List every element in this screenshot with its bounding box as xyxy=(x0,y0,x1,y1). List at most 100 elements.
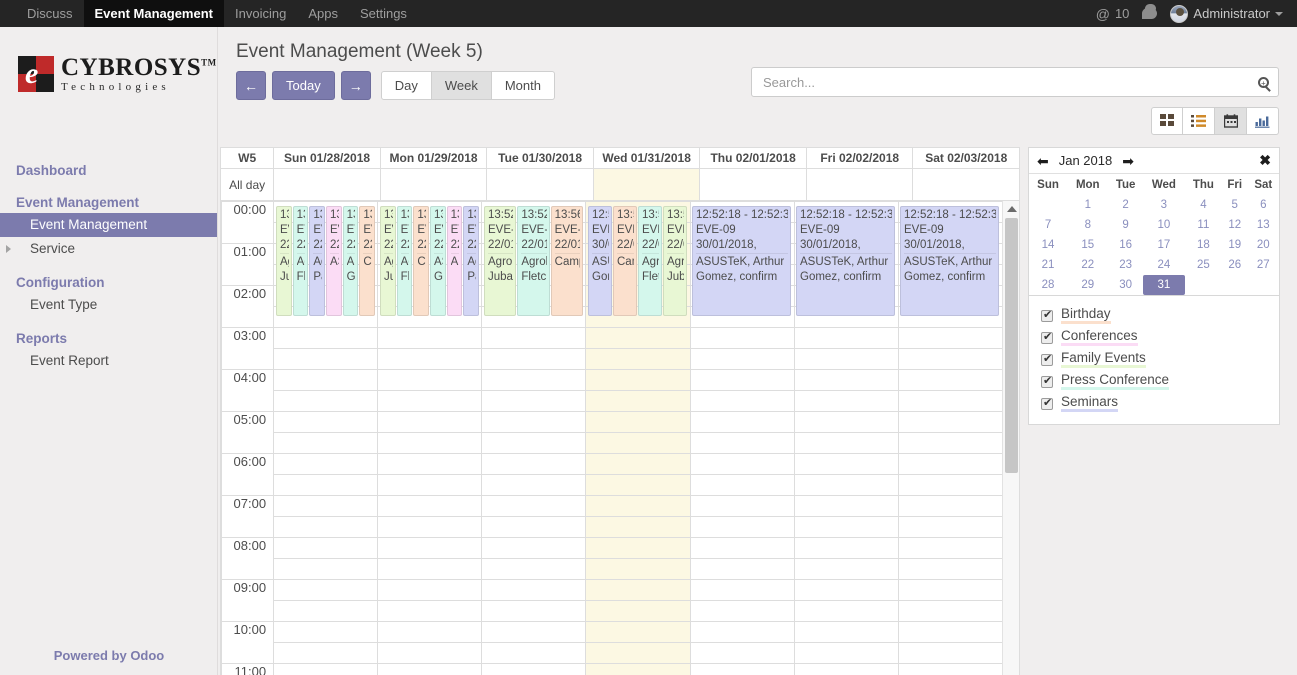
search-icon[interactable]: + xyxy=(1258,77,1269,88)
mini-prev-month-icon[interactable]: ⬅ xyxy=(1037,154,1049,168)
mini-day-23[interactable]: 23 xyxy=(1108,255,1142,275)
checkbox-icon[interactable] xyxy=(1041,332,1053,344)
nav-item-settings[interactable]: Settings xyxy=(349,0,418,27)
today-button[interactable]: Today xyxy=(272,71,335,100)
mini-day-9[interactable]: 9 xyxy=(1108,215,1142,235)
calendar-event[interactable]: 13:56:01 - 13:56:15EVE-0822/01/2018,Camp… xyxy=(359,206,375,316)
mini-day-1[interactable]: 1 xyxy=(1067,195,1108,215)
calendar-event[interactable]: 13:52:18 - 13:52:31EVE-0322/01/2018,Agro… xyxy=(663,206,687,316)
calendar-event[interactable]: 13:53:05 - 13:53:19EVE-0522/01/2018,Agro… xyxy=(309,206,325,316)
mini-day-31[interactable]: 31 xyxy=(1143,275,1185,295)
day-header-5[interactable]: Fri 02/02/2018 xyxy=(806,148,913,169)
mini-day-27[interactable]: 27 xyxy=(1248,255,1279,275)
scale-day-button[interactable]: Day xyxy=(381,71,432,100)
sidebar-item-event-management[interactable]: Event Management xyxy=(0,213,217,237)
mini-day-28[interactable]: 28 xyxy=(1029,275,1067,295)
all-day-cell-1[interactable] xyxy=(380,169,487,201)
filter-family-events[interactable]: Family Events xyxy=(1029,348,1279,370)
mini-day-25[interactable]: 25 xyxy=(1185,255,1222,275)
mentions-indicator[interactable]: @ 10 xyxy=(1096,6,1130,22)
user-menu[interactable]: Administrator xyxy=(1170,5,1283,23)
filter-birthday[interactable]: Birthday xyxy=(1029,304,1279,326)
calendar-event[interactable]: 13:53:29 - 13:53:43EVE-0622/01/2018,ASUS… xyxy=(447,206,463,316)
sidebar-item-event-report[interactable]: Event Report xyxy=(0,349,217,373)
all-day-cell-5[interactable] xyxy=(806,169,913,201)
mini-day-26[interactable]: 26 xyxy=(1222,255,1248,275)
all-day-cell-4[interactable] xyxy=(700,169,807,201)
calendar-event[interactable]: 12:52:18 - 12:52:32EVE-0930/01/2018,ASUS… xyxy=(692,206,791,316)
all-day-cell-2[interactable] xyxy=(487,169,594,201)
mini-day-16[interactable]: 16 xyxy=(1108,235,1142,255)
all-day-cell-3[interactable] xyxy=(593,169,700,201)
calendar-event[interactable]: 13:52:41 - 13:52:55EVE-0422/01/2018,Agro… xyxy=(293,206,309,316)
calendar-event[interactable]: 13:53:53 - 13:54:07EVE-0722/01/2018,ASUS… xyxy=(430,206,446,316)
calendar-event[interactable]: 13:52:41 - 13:52:55EVE-0422/01/2018,Agro… xyxy=(397,206,413,316)
day-header-2[interactable]: Tue 01/30/2018 xyxy=(487,148,594,169)
calendar-event[interactable]: 13:56:01 - 13:56:15EVE-0822/01/2018,Camp… xyxy=(613,206,637,316)
all-day-cell-6[interactable] xyxy=(913,169,1020,201)
day-header-3[interactable]: Wed 01/31/2018 xyxy=(593,148,700,169)
scale-week-button[interactable]: Week xyxy=(432,71,492,100)
kanban-view-button[interactable] xyxy=(1151,107,1183,135)
close-icon[interactable]: ✖ xyxy=(1259,152,1271,169)
graph-view-button[interactable] xyxy=(1247,107,1279,135)
mini-day-29[interactable]: 29 xyxy=(1067,275,1108,295)
filter-press-conference[interactable]: Press Conference xyxy=(1029,370,1279,392)
mini-day-18[interactable]: 18 xyxy=(1185,235,1222,255)
nav-item-discuss[interactable]: Discuss xyxy=(16,0,84,27)
calendar-event[interactable]: 13:52:18 - 13:52:31EVE-0322/01/2018,Agro… xyxy=(484,206,516,316)
nav-item-invoicing[interactable]: Invoicing xyxy=(224,0,297,27)
calendar-event[interactable]: 12:52:18 - 12:52:32EVE-0930/01/2018,ASUS… xyxy=(900,206,999,316)
mini-day-20[interactable]: 20 xyxy=(1248,235,1279,255)
calendar-event[interactable]: 13:53:29 - 13:53:43EVE-0622/01/2018,ASUS… xyxy=(326,206,342,316)
calendar-event[interactable]: 13:53:05 - 13:53:19EVE-0522/01/2018,Agro… xyxy=(463,206,479,316)
mini-day-4[interactable]: 4 xyxy=(1185,195,1222,215)
mini-day-14[interactable]: 14 xyxy=(1029,235,1067,255)
mini-day-5[interactable]: 5 xyxy=(1222,195,1248,215)
scale-month-button[interactable]: Month xyxy=(492,71,555,100)
calendar-event[interactable]: 12:52:18 - 12:52:32EVE-0930/01/2018,ASUS… xyxy=(588,206,612,316)
day-header-1[interactable]: Mon 01/29/2018 xyxy=(380,148,487,169)
calendar-event[interactable]: 13:53:53 - 13:54:07EVE-0722/01/2018,ASUS… xyxy=(343,206,359,316)
mini-day-3[interactable]: 3 xyxy=(1143,195,1185,215)
mini-day-6[interactable]: 6 xyxy=(1248,195,1279,215)
mini-day-21[interactable]: 21 xyxy=(1029,255,1067,275)
calendar-event[interactable]: 13:52:18 - 13:52:31EVE-0322/01/2018,Agro… xyxy=(276,206,292,316)
mini-day-2[interactable]: 2 xyxy=(1108,195,1142,215)
filter-conferences[interactable]: Conferences xyxy=(1029,326,1279,348)
calendar-view-button[interactable] xyxy=(1215,107,1247,135)
calendar-event[interactable]: 13:52:41 - 13:52:55EVE-0422/01/2018,Agro… xyxy=(638,206,662,316)
mini-day-30[interactable]: 30 xyxy=(1108,275,1142,295)
calendar-scrollbar[interactable] xyxy=(1002,201,1019,675)
day-header-0[interactable]: Sun 01/28/2018 xyxy=(274,148,381,169)
prev-period-button[interactable]: ← xyxy=(236,71,266,100)
calendar-time-grid-scroll[interactable]: 00:0001:0002:0003:0004:0005:0006:0007:00… xyxy=(220,201,1020,675)
scrollbar-thumb[interactable] xyxy=(1005,218,1018,473)
all-day-cell-0[interactable] xyxy=(274,169,381,201)
list-view-button[interactable] xyxy=(1183,107,1215,135)
filter-seminars[interactable]: Seminars xyxy=(1029,392,1279,414)
nav-item-apps[interactable]: Apps xyxy=(297,0,349,27)
mini-day-24[interactable]: 24 xyxy=(1143,255,1185,275)
sidebar-item-event-type[interactable]: Event Type xyxy=(0,293,217,317)
calendar-event[interactable]: 13:56:01 - 13:56:15EVE-0822/01/2018,Camp… xyxy=(551,206,583,316)
calendar-event[interactable]: 13:52:41 - 13:52:55EVE-0422/01/2018,Agro… xyxy=(517,206,549,316)
checkbox-icon[interactable] xyxy=(1041,310,1053,322)
search-box[interactable]: + xyxy=(751,67,1279,97)
checkbox-icon[interactable] xyxy=(1041,376,1053,388)
search-input[interactable] xyxy=(761,74,1258,91)
nav-item-event-management[interactable]: Event Management xyxy=(84,0,224,27)
mini-next-month-icon[interactable]: ➡ xyxy=(1122,154,1134,168)
calendar-event[interactable]: 13:56:01 - 13:56:15EVE-0822/01/2018,Camp… xyxy=(413,206,429,316)
calendar-event[interactable]: 13:52:18 - 13:52:31EVE-0322/01/2018,Agro… xyxy=(380,206,396,316)
day-header-6[interactable]: Sat 02/03/2018 xyxy=(913,148,1020,169)
mini-day-12[interactable]: 12 xyxy=(1222,215,1248,235)
mini-day-15[interactable]: 15 xyxy=(1067,235,1108,255)
mini-day-10[interactable]: 10 xyxy=(1143,215,1185,235)
day-header-4[interactable]: Thu 02/01/2018 xyxy=(700,148,807,169)
mini-day-19[interactable]: 19 xyxy=(1222,235,1248,255)
mini-day-8[interactable]: 8 xyxy=(1067,215,1108,235)
messages-icon[interactable] xyxy=(1142,8,1157,19)
sidebar-item-service[interactable]: Service xyxy=(0,237,217,261)
checkbox-icon[interactable] xyxy=(1041,398,1053,410)
